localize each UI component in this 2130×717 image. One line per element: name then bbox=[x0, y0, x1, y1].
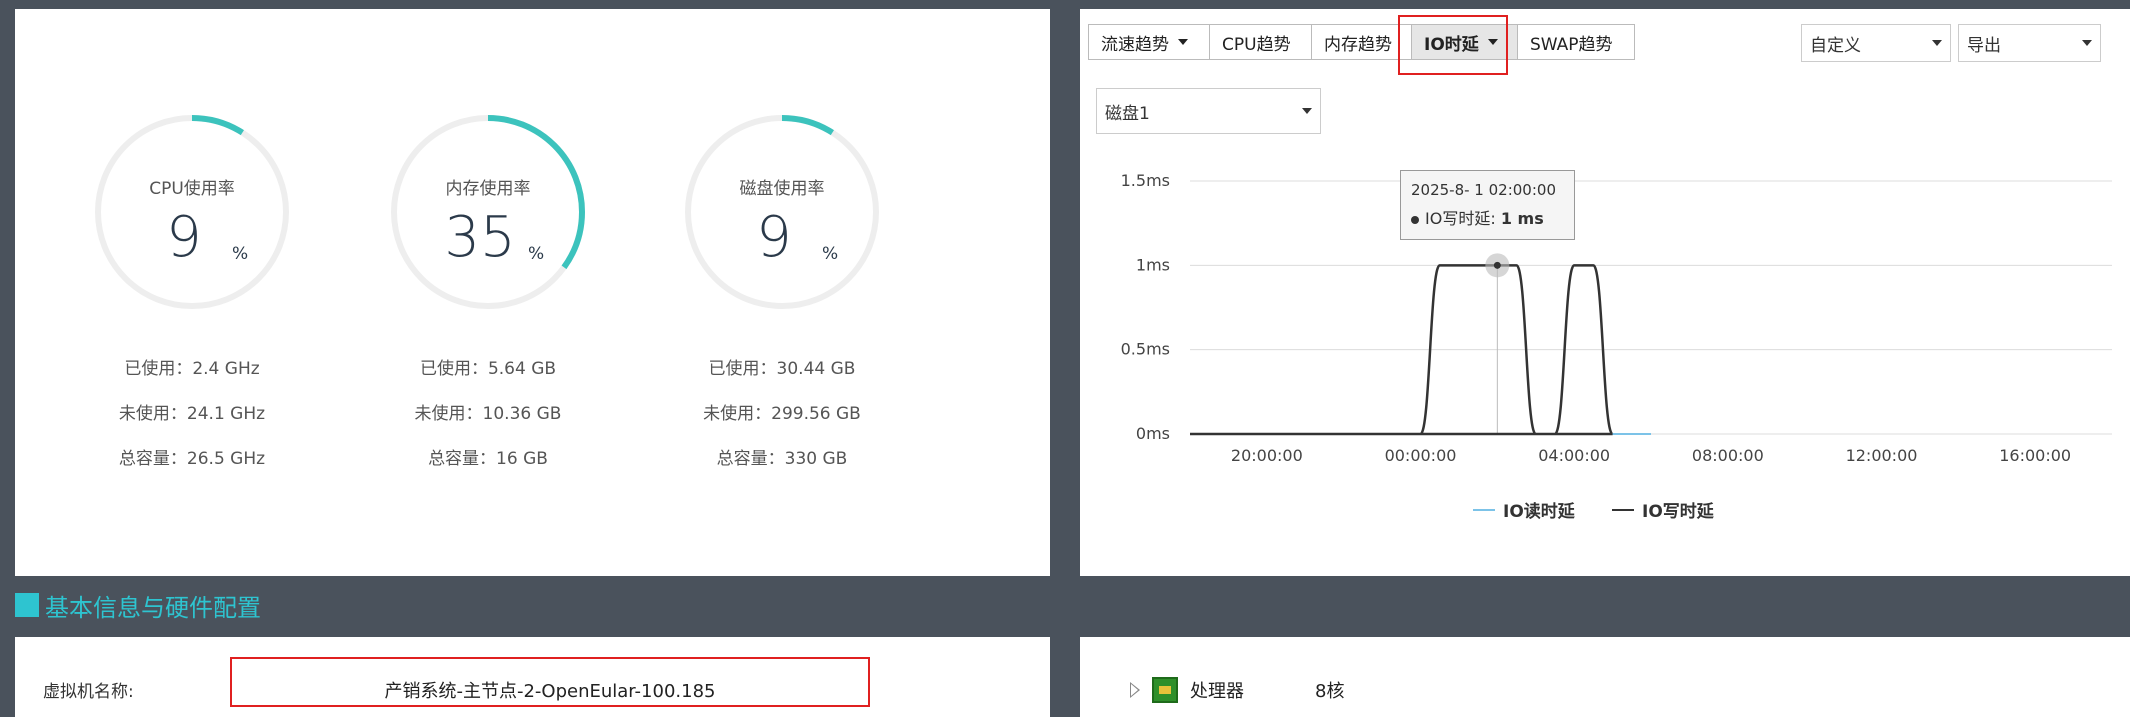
x-tick-label: 20:00:00 bbox=[1231, 446, 1303, 465]
chart-tooltip: 2025-8- 1 02:00:00 IO写时延: 1 ms bbox=[1400, 170, 1575, 240]
disk-total: 总容量：330 GB bbox=[716, 449, 848, 469]
y-tick-label: 0.5ms bbox=[1121, 340, 1170, 359]
io-latency-chart: 0ms 0.5ms 1ms 1.5ms 20:00:00 00:00:00 04:00:00… bbox=[1121, 171, 2112, 465]
disk-gauge: 磁盘使用率 9 % 已使用：30.44 GB 未使用：299.56 GB 总容量… bbox=[682, 112, 882, 469]
basic-info-panel: 虚拟机名称: 产销系统-主节点-2-OpenEular-100.185 bbox=[15, 637, 1050, 717]
cpu-gauge: CPU使用率 9 % 已使用：2.4 GHz 未使用：24.1 GHz 总容量：… bbox=[92, 112, 292, 469]
tooltip-series: IO写时延: bbox=[1425, 209, 1496, 228]
legend-line-read bbox=[1473, 508, 1495, 511]
section-square-icon bbox=[15, 593, 39, 617]
memory-free: 未使用：10.36 GB bbox=[414, 404, 562, 424]
y-tick-label: 1ms bbox=[1136, 255, 1170, 274]
memory-gauge-unit: % bbox=[528, 244, 545, 264]
section-title-text: 基本信息与硬件配置 bbox=[45, 593, 261, 622]
expand-triangle-icon[interactable] bbox=[1130, 682, 1140, 698]
section-title: 基本信息与硬件配置 bbox=[15, 590, 261, 622]
legend-io-write-label: IO写时延 bbox=[1642, 502, 1714, 522]
usage-panel: CPU使用率 9 % 已使用：2.4 GHz 未使用：24.1 GHz 总容量：… bbox=[15, 9, 1050, 576]
processor-label: 处理器 bbox=[1190, 681, 1244, 702]
hover-point bbox=[1493, 261, 1501, 269]
memory-total: 总容量：16 GB bbox=[428, 449, 548, 469]
tooltip-value: 1 ms bbox=[1500, 209, 1544, 228]
memory-gauge-value: 35 bbox=[444, 205, 516, 270]
legend-io-read[interactable]: IO读时延 bbox=[1473, 497, 1575, 522]
legend-io-write[interactable]: IO写时延 bbox=[1612, 497, 1714, 522]
hardware-panel: 处理器 8核 bbox=[1080, 637, 2130, 717]
cpu-used: 已使用：2.4 GHz bbox=[124, 359, 260, 379]
processor-chip-icon bbox=[1152, 677, 1178, 703]
tooltip-series-dot bbox=[1411, 215, 1419, 224]
disk-gauge-value: 9 bbox=[756, 205, 792, 270]
memory-used: 已使用：5.64 GB bbox=[419, 359, 557, 379]
x-tick-label: 08:00:00 bbox=[1692, 446, 1764, 465]
disk-used: 已使用：30.44 GB bbox=[708, 359, 856, 379]
vm-name-highlight bbox=[230, 657, 870, 707]
cpu-gauge-unit: % bbox=[232, 244, 249, 264]
y-tick-label: 0ms bbox=[1136, 424, 1170, 443]
processor-value: 8核 bbox=[1315, 681, 1345, 702]
cpu-free: 未使用：24.1 GHz bbox=[118, 404, 266, 424]
y-tick-label: 1.5ms bbox=[1121, 171, 1170, 190]
disk-gauge-title: 磁盘使用率 bbox=[739, 179, 825, 199]
cpu-gauge-value: 9 bbox=[166, 205, 202, 270]
x-tick-label: 00:00:00 bbox=[1385, 446, 1457, 465]
legend-io-read-label: IO读时延 bbox=[1503, 502, 1575, 522]
cpu-total: 总容量：26.5 GHz bbox=[118, 449, 266, 469]
cpu-gauge-title: CPU使用率 bbox=[149, 179, 235, 199]
disk-gauge-unit: % bbox=[822, 244, 839, 264]
x-tick-label: 12:00:00 bbox=[1846, 446, 1918, 465]
memory-gauge-title: 内存使用率 bbox=[445, 179, 531, 199]
x-tick-label: 16:00:00 bbox=[1999, 446, 2071, 465]
trend-panel: 流速趋势 CPU趋势 内存趋势 IO时延 SWAP趋势 自定义 导出 磁盘1 0… bbox=[1080, 9, 2130, 576]
x-tick-label: 04:00:00 bbox=[1538, 446, 1610, 465]
memory-gauge: 内存使用率 35 % 已使用：5.64 GB 未使用：10.36 GB 总容量：… bbox=[388, 112, 588, 469]
hardware-row-processor[interactable]: 处理器 8核 bbox=[1130, 677, 1344, 703]
vm-name-label: 虚拟机名称: bbox=[43, 682, 134, 702]
disk-free: 未使用：299.56 GB bbox=[703, 404, 861, 424]
tooltip-time: 2025-8- 1 02:00:00 bbox=[1411, 181, 1556, 199]
legend-line-write bbox=[1612, 508, 1634, 511]
